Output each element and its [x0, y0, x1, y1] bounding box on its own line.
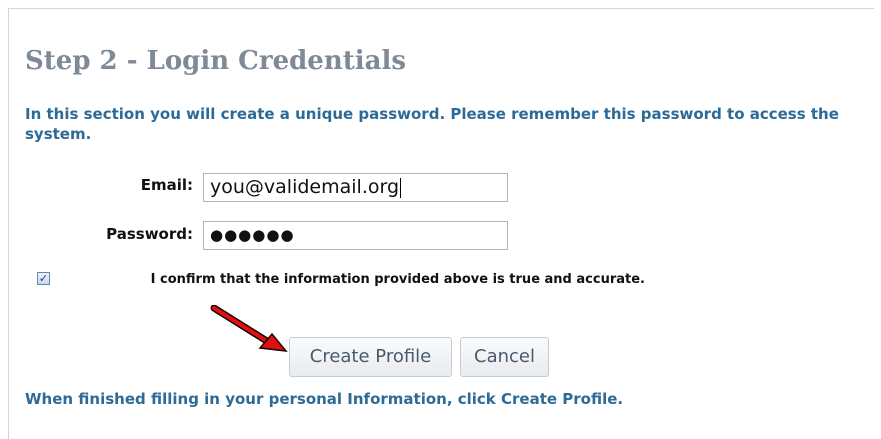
confirm-statement: I confirm that the information provided …: [150, 272, 645, 287]
email-input[interactable]: you@validemail.org: [203, 173, 508, 202]
email-label: Email:: [140, 176, 193, 194]
annotation-arrow-icon: [210, 305, 288, 352]
confirm-checkbox[interactable]: ✓: [37, 272, 50, 285]
checkmark-icon: ✓: [38, 272, 49, 285]
password-label: Password:: [106, 225, 193, 243]
text-caret: [400, 177, 402, 198]
email-input-value: you@validemail.org: [210, 176, 400, 198]
section-heading: Step 2 - Login Credentials: [25, 46, 406, 76]
section-intro-text: In this section you will create a unique…: [25, 105, 839, 143]
cancel-button[interactable]: Cancel: [460, 337, 549, 377]
password-input-value: ●●●●●●: [210, 226, 295, 244]
panel-top-border: [8, 8, 874, 9]
create-profile-button[interactable]: Create Profile: [289, 337, 452, 377]
password-input[interactable]: ●●●●●●: [203, 221, 508, 250]
instruction-note: When finished filling in your personal I…: [25, 390, 624, 408]
panel-left-border: [8, 8, 9, 439]
